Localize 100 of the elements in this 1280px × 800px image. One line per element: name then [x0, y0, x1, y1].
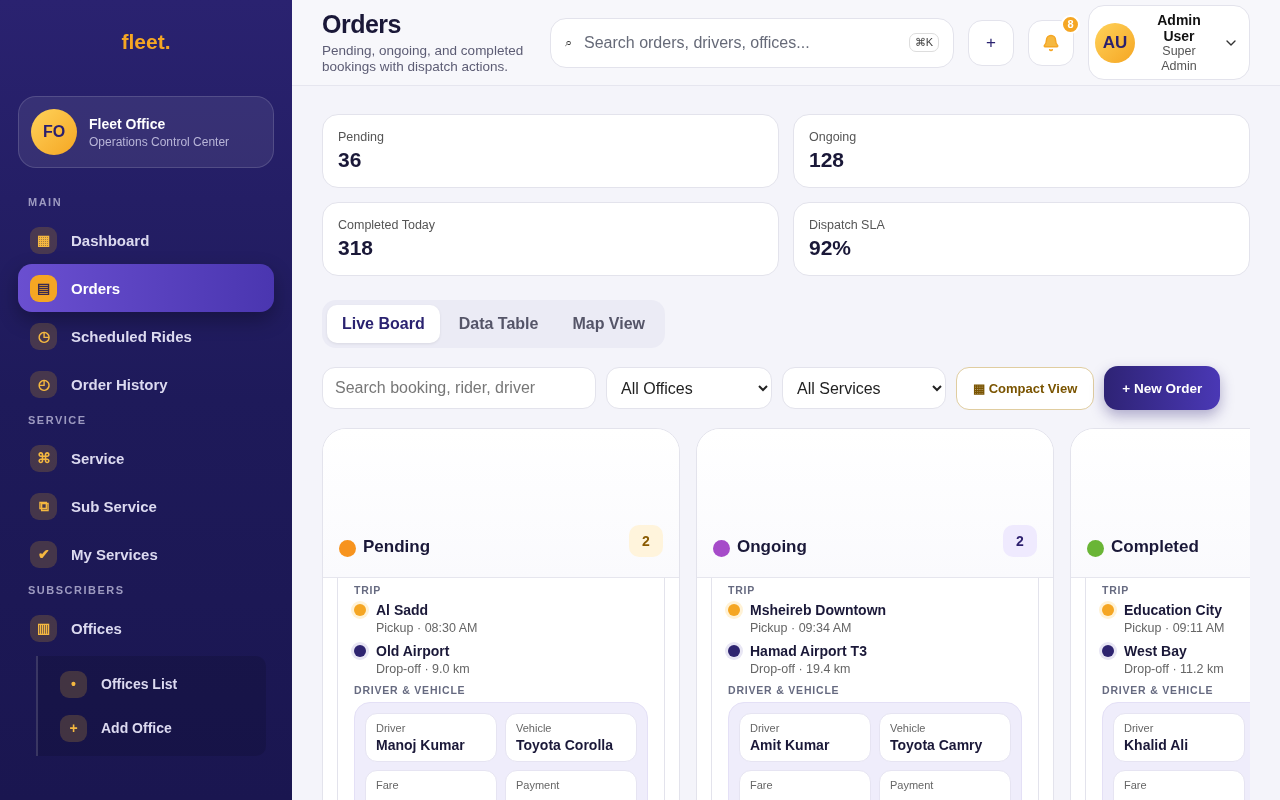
service-select[interactable]: All Services [782, 367, 946, 409]
info-label: Driver [1124, 722, 1155, 734]
section-label: TRIP [1102, 584, 1131, 596]
nav-icon: ⌘ [30, 444, 57, 472]
info-label: Driver [750, 722, 781, 734]
dropoff-detail: Drop-off · 19.4 km [750, 662, 852, 676]
section-label: DRIVER & VEHICLE [728, 684, 841, 696]
nav-item[interactable]: ▤ Orders [18, 264, 274, 312]
nav-icon: ◴ [30, 370, 57, 398]
pickup-dot [1102, 604, 1114, 616]
dropoff-place: Old Airport [376, 643, 451, 659]
nav-item[interactable]: ▦ Dashboard [18, 216, 274, 264]
stat-label: Dispatch SLA [809, 218, 886, 232]
view-tab[interactable]: Live Board [327, 305, 440, 343]
search-input[interactable]: Search orders, drivers, offices... [582, 32, 899, 53]
nav-label: Orders [71, 279, 121, 297]
pickup-dot [728, 604, 740, 616]
pickup-place: Al Sadd [376, 602, 430, 618]
info-label: Vehicle [516, 722, 553, 734]
notifications-button[interactable] [1028, 19, 1074, 66]
search-field[interactable]: Search booking, rider, driver [322, 367, 596, 409]
section-title: MAIN [28, 196, 64, 208]
pickup-detail: Pickup · 08:30 AM [376, 621, 479, 635]
info-label: Fare [376, 779, 400, 791]
add-button[interactable]: + [968, 19, 1014, 66]
dropoff-detail: Drop-off · 9.0 km [376, 662, 471, 676]
column-title: Pending [363, 537, 432, 557]
info-label: Fare [750, 779, 774, 791]
dropoff-dot [1102, 645, 1114, 657]
info-value: Toyota Camry [890, 737, 984, 753]
info-value: Toyota Corolla [516, 737, 614, 753]
info-value: Manoj Kumar [376, 737, 466, 753]
nav-icon: ✔ [30, 540, 57, 568]
shortcut-key: ⌘K [908, 33, 939, 52]
nav-label: Sub Service [71, 497, 157, 515]
nav-item[interactable]: ⌘ Service [18, 434, 274, 482]
dropoff-dot [354, 645, 366, 657]
stat-value: 36 [338, 148, 363, 172]
section-label: TRIP [354, 584, 383, 596]
office-select[interactable]: All Offices [606, 367, 772, 409]
info-label: Payment [890, 779, 935, 791]
search-field[interactable]: ⌕ Search orders, drivers, offices... ⌘K [550, 17, 954, 68]
new-order-button[interactable]: + New Order [1104, 366, 1221, 410]
stat-label: Ongoing [809, 130, 858, 144]
nav-icon: ▥ [30, 614, 57, 642]
nav-item[interactable]: ⧉ Sub Service [18, 482, 274, 530]
compact-view-button[interactable]: ▦ Compact View [956, 366, 1095, 410]
submenu-item[interactable]: • Offices List [60, 662, 266, 706]
nav-label: My Services [71, 545, 158, 563]
submenu-icon: + [60, 714, 87, 742]
column-title: Completed [1111, 537, 1200, 557]
page-title: Orders [322, 10, 402, 39]
dropoff-place: Hamad Airport T3 [750, 643, 868, 659]
pickup-detail: Pickup · 09:34 AM [750, 621, 853, 635]
office-avatar: FO [31, 109, 77, 155]
view-tab[interactable]: Data Table [443, 305, 554, 343]
pickup-detail: Pickup · 09:11 AM [1124, 621, 1226, 635]
logo: fleet. [120, 30, 172, 54]
info-label: Vehicle [890, 722, 927, 734]
submenu-icon: • [60, 670, 87, 698]
pickup-dot [354, 604, 366, 616]
count-badge: 2 [629, 525, 663, 557]
user-menu[interactable]: AU Admin User Super Admin [1088, 5, 1250, 80]
user-role: Super Admin [1160, 43, 1198, 74]
nav-item[interactable]: ◷ Scheduled Rides [18, 312, 274, 360]
stat-value: 318 [338, 236, 375, 260]
info-value: Amit Kumar [750, 737, 831, 753]
nav-icon: ⧉ [30, 492, 57, 520]
count-badge: 2 [1003, 525, 1037, 557]
info-label: Fare [1124, 779, 1148, 791]
pickup-place: Msheireb Downtown [750, 602, 888, 618]
nav-icon: ◷ [30, 322, 57, 350]
nav-item[interactable]: ▥ Offices [18, 604, 274, 652]
search-icon: ⌕ [565, 34, 572, 51]
nav-icon: ▤ [30, 274, 57, 302]
nav-label: Scheduled Rides [71, 327, 192, 345]
section-title: SERVICE [28, 414, 88, 426]
user-avatar: AU [1095, 22, 1135, 63]
office-name: Fleet Office [89, 115, 167, 132]
nav-label: Service [71, 449, 125, 467]
notification-badge: 8 [1061, 14, 1080, 34]
dropoff-place: West Bay [1124, 643, 1188, 659]
page-subtitle: Pending, ongoing, and completed bookings with dispatch actions. [322, 43, 525, 75]
submenu-item[interactable]: + Add Office [60, 706, 266, 750]
stat-value: 92% [809, 236, 853, 260]
column-title: Ongoing [737, 537, 808, 557]
info-label: Payment [516, 779, 561, 791]
stat-label: Completed Today [338, 218, 437, 232]
section-label: DRIVER & VEHICLE [354, 684, 467, 696]
stat-label: Pending [338, 130, 385, 144]
nav-icon: ▦ [30, 226, 57, 254]
nav-item[interactable]: ◴ Order History [18, 360, 274, 408]
bell-icon [1042, 33, 1060, 52]
nav-label: Order History [71, 375, 168, 393]
section-label: DRIVER & VEHICLE [1102, 684, 1215, 696]
submenu-label: Add Office [101, 720, 172, 736]
nav-item[interactable]: ✔ My Services [18, 530, 274, 578]
submenu-label: Offices List [101, 676, 178, 692]
nav-label: Offices [71, 619, 122, 637]
view-tab[interactable]: Map View [557, 305, 661, 343]
